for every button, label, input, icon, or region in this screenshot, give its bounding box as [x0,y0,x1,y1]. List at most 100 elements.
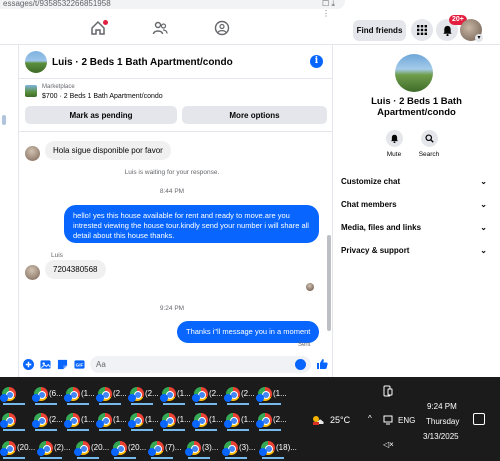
privacy-support-section[interactable]: Privacy & support ⌄ [341,246,487,262]
taskbar-chrome-window[interactable]: (20... [74,437,109,459]
outgoing-message[interactable]: hello! yes this house available for rent… [64,205,319,243]
taskbar-chrome-window[interactable]: (1... [224,409,255,431]
menu-grid-icon[interactable] [411,19,433,41]
gif-icon[interactable]: GIF [73,358,85,370]
facebook-profile-icon [256,394,264,402]
taskbar-chrome-window[interactable]: (1... [128,409,159,431]
listing-title[interactable]: $700 · 2 Beds 1 Bath Apartment/condo [42,93,163,100]
taskbar-chrome-window[interactable]: (20... [0,437,35,459]
chat-scrollbar-thumb[interactable] [327,235,331,331]
taskbar-window-label: (2... [241,389,255,398]
photo-icon[interactable] [39,358,51,370]
taskbar-chrome-window[interactable]: (2... [128,383,159,405]
taskbar-chrome-window[interactable]: (2... [256,409,287,431]
taskbar-window-label: (1... [177,389,191,398]
taskbar-chrome-window[interactable]: (2... [224,383,255,405]
taskbar-window-label: (18)... [276,443,297,452]
seen-indicator-avatar [306,283,314,291]
groups-icon[interactable] [212,18,232,38]
taskbar-window-label: (1... [113,415,127,424]
chevron-down-icon: ⌄ [480,177,487,186]
taskbar-chrome-window[interactable]: (1... [256,383,287,405]
sender-avatar[interactable] [25,146,40,161]
chat-avatar[interactable] [25,51,47,73]
emoji-icon[interactable] [295,359,306,370]
facebook-profile-icon [32,394,40,402]
network-icon[interactable] [383,415,393,425]
facebook-profile-icon [128,420,136,428]
conversation-name[interactable]: Luis · 2 Beds 1 Bath Apartment/condo [333,96,500,118]
taskbar-chrome-window[interactable] [0,409,30,431]
taskbar-chrome-window[interactable]: (3)... [222,437,256,459]
sticker-icon[interactable] [56,358,68,370]
browser-url-icons[interactable]: ☐ ⤓ ⋮ [322,0,345,18]
customize-chat-section[interactable]: Customize chat ⌄ [341,177,487,193]
timestamp: 9:24 PM [159,305,185,312]
taskbar-window-label: (3)... [239,443,256,452]
friends-icon[interactable] [150,18,170,38]
home-notification-dot [103,20,108,25]
outgoing-message[interactable]: Thanks i"ll message you in a moment [177,321,320,343]
taskbar-chrome-window[interactable]: (7)... [148,437,181,459]
message-input[interactable]: Aa [90,356,311,373]
plus-icon[interactable] [22,358,34,370]
taskbar-window-label: (1... [209,415,223,424]
taskbar-chrome-window[interactable]: (1... [192,409,223,431]
incoming-message[interactable]: 7204380568 [45,260,106,279]
facebook-profile-icon [259,448,267,456]
find-friends-button[interactable]: Find friends [353,20,406,41]
clock-day[interactable]: Thursday [426,417,459,426]
taskbar-chrome-window[interactable]: (2... [96,383,127,405]
facebook-profile-icon [37,448,45,456]
active-indicator [188,457,210,459]
taskbar-chrome-window[interactable]: (20... [111,437,146,459]
taskbar-chrome-window[interactable]: (2... [192,383,223,405]
like-thumb-icon[interactable] [316,358,328,370]
mute-button[interactable]: Mute [376,130,412,158]
media-files-links-section[interactable]: Media, files and links ⌄ [341,223,487,239]
more-options-button[interactable]: More options [182,106,327,124]
windows-taskbar: (6... (1... (2... (2... (1... (2... (2... (1...… [0,377,500,461]
notification-center-icon[interactable] [473,413,485,425]
taskbar-chrome-window[interactable]: (1... [64,409,95,431]
taskbar-window-label: (2... [113,389,127,398]
conversation-details-panel: Luis · 2 Beds 1 Bath Apartment/condo Mut… [333,45,500,377]
temperature[interactable]: 25°C [330,415,350,425]
chat-members-section[interactable]: Chat members ⌄ [341,200,487,216]
facebook-profile-icon [224,420,232,428]
clock-date[interactable]: 3/13/2025 [423,432,459,441]
facebook-profile-icon [128,394,136,402]
sender-avatar[interactable] [25,265,40,280]
waiting-note: Luis is waiting for your response. [124,169,220,176]
home-icon[interactable] [88,18,108,38]
taskbar-chrome-window[interactable] [0,383,30,405]
browser-url-bar[interactable]: essages/t/9358532266851958 ☐ ⤓ ⋮ [0,0,345,18]
taskbar-chrome-window[interactable]: (1... [64,383,95,405]
top-navigation-bar: essages/t/9358532266851958 ☐ ⤓ ⋮ Find fr… [0,0,500,45]
taskbar-chrome-window[interactable]: (18)... [259,437,297,459]
taskbar-chrome-window[interactable]: (2)... [37,437,70,459]
taskbar-chrome-window[interactable]: (6... [32,383,63,405]
taskbar-chrome-window[interactable]: (3)... [185,437,218,459]
search-button[interactable]: Search [411,130,447,158]
chat-scrollbar[interactable] [326,133,331,343]
conversation-avatar[interactable] [395,54,433,92]
weather-icon[interactable] [311,414,325,426]
chat-title[interactable]: Luis · 2 Beds 1 Bath Apartment/condo [52,57,233,68]
taskbar-chrome-window[interactable]: (1... [96,409,127,431]
taskbar-chrome-window[interactable]: (1... [160,383,191,405]
speaker-icon[interactable]: ◁× [383,440,394,449]
url-text[interactable]: essages/t/9358532266851958 [3,0,111,8]
chevron-up-icon[interactable]: ^ [368,414,372,423]
taskbar-chrome-window[interactable]: (2... [32,409,63,431]
account-chevron-icon[interactable]: ▾ [475,34,483,42]
language-indicator[interactable]: ENG [398,416,415,425]
listing-thumbnail[interactable] [25,85,37,97]
mark-as-pending-button[interactable]: Mark as pending [25,106,177,124]
incoming-message[interactable]: Hola sigue disponible por favor [45,141,171,160]
taskbar-chrome-window[interactable]: (1... [160,409,191,431]
clock-time[interactable]: 9:24 PM [427,402,457,411]
phone-link-icon[interactable] [383,385,393,399]
info-icon[interactable]: i [310,55,323,68]
active-indicator [259,403,281,405]
